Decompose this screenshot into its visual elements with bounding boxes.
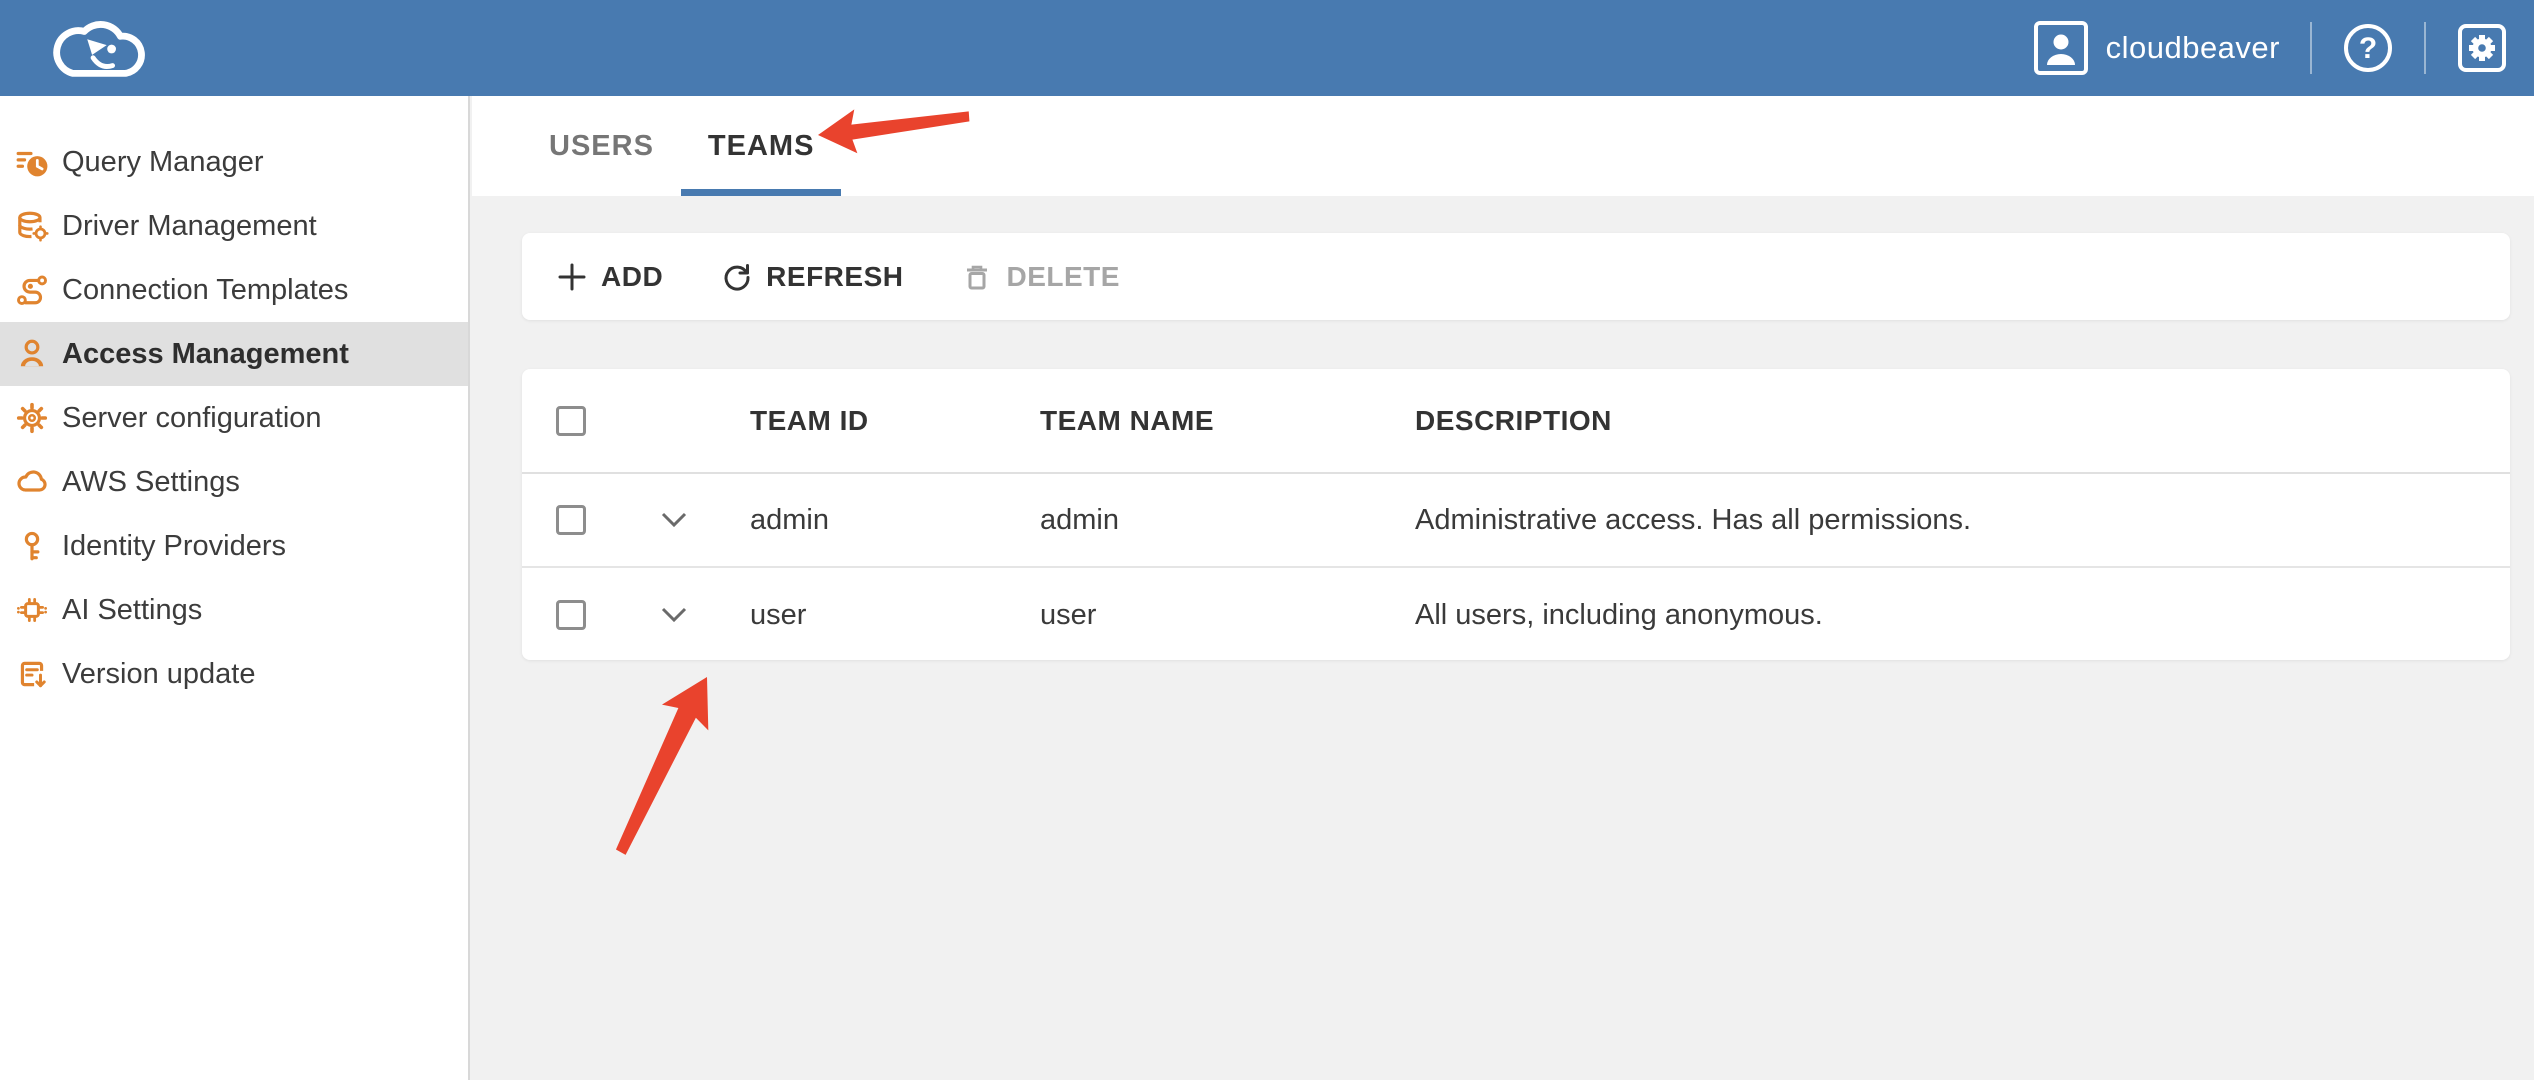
select-all-checkbox[interactable] bbox=[556, 406, 586, 436]
tab-teams[interactable]: TEAMS bbox=[681, 96, 842, 196]
top-bar-right-cluster: cloudbeaver ? bbox=[2034, 21, 2508, 75]
ai-settings-icon bbox=[14, 592, 50, 628]
table-row-admin[interactable]: admin admin Administrative access. Has a… bbox=[522, 474, 2510, 568]
sidebar-item-label: Query Manager bbox=[62, 146, 264, 179]
sidebar-item-driver-management[interactable]: Driver Management bbox=[0, 194, 468, 258]
row-checkbox[interactable] bbox=[556, 600, 586, 630]
sidebar-item-aws-settings[interactable]: AWS Settings bbox=[0, 450, 468, 514]
identity-providers-icon bbox=[14, 528, 50, 564]
top-bar-divider bbox=[2424, 22, 2426, 74]
sidebar-item-label: AWS Settings bbox=[62, 466, 240, 499]
refresh-button[interactable]: REFRESH bbox=[721, 261, 903, 293]
chevron-down-icon[interactable] bbox=[657, 605, 695, 625]
cloudbeaver-logo-icon bbox=[42, 9, 150, 87]
cell-team-name: admin bbox=[1040, 504, 1415, 537]
sidebar-item-label: Identity Providers bbox=[62, 530, 286, 563]
tab-users[interactable]: USERS bbox=[522, 96, 681, 196]
driver-management-icon bbox=[14, 208, 50, 244]
plus-icon bbox=[556, 261, 588, 293]
query-manager-icon bbox=[14, 144, 50, 180]
help-icon[interactable]: ? bbox=[2342, 22, 2394, 74]
refresh-icon bbox=[721, 261, 753, 293]
refresh-button-label: REFRESH bbox=[766, 261, 903, 293]
sidebar-item-label: Driver Management bbox=[62, 210, 317, 243]
teams-toolbar: ADD REFRESH bbox=[522, 233, 2510, 320]
sidebar-item-label: Server configuration bbox=[62, 402, 322, 435]
delete-button-label: DELETE bbox=[1006, 261, 1119, 293]
cloudbeaver-admin-screen: cloudbeaver ? bbox=[0, 0, 2534, 1080]
cell-description: Administrative access. Has all permissio… bbox=[1415, 504, 2510, 537]
version-update-icon bbox=[14, 656, 50, 692]
settings-gear-icon[interactable] bbox=[2456, 22, 2508, 74]
sidebar-item-connection-templates[interactable]: Connection Templates bbox=[0, 258, 468, 322]
sidebar-item-label: Version update bbox=[62, 658, 255, 691]
cell-team-id: user bbox=[750, 599, 1040, 632]
trash-icon bbox=[961, 261, 993, 293]
username-label: cloudbeaver bbox=[2106, 30, 2280, 66]
sidebar-item-label: Connection Templates bbox=[62, 274, 348, 307]
sidebar-item-ai-settings[interactable]: AI Settings bbox=[0, 578, 468, 642]
table-row-user[interactable]: user user All users, including anonymous… bbox=[522, 568, 2510, 662]
cell-description: All users, including anonymous. bbox=[1415, 599, 2510, 632]
teams-table: TEAM ID TEAM NAME DESCRIPTION admin admi… bbox=[522, 369, 2510, 660]
sidebar-item-label: Access Management bbox=[62, 338, 349, 371]
top-bar-divider bbox=[2310, 22, 2312, 74]
tab-bar: USERS TEAMS bbox=[472, 96, 2534, 196]
user-avatar[interactable] bbox=[2034, 21, 2088, 75]
top-bar: cloudbeaver ? bbox=[0, 0, 2534, 96]
delete-button[interactable]: DELETE bbox=[961, 261, 1119, 293]
table-header-row: TEAM ID TEAM NAME DESCRIPTION bbox=[522, 369, 2510, 474]
sidebar-item-version-update[interactable]: Version update bbox=[0, 642, 468, 706]
column-header-team-id: TEAM ID bbox=[750, 405, 1040, 437]
svg-text:?: ? bbox=[2359, 32, 2377, 65]
add-button[interactable]: ADD bbox=[556, 261, 663, 293]
row-checkbox[interactable] bbox=[556, 505, 586, 535]
server-configuration-icon bbox=[14, 400, 50, 436]
column-header-description: DESCRIPTION bbox=[1415, 405, 2510, 437]
access-management-icon bbox=[14, 336, 50, 372]
main-content: USERS TEAMS ADD bbox=[472, 96, 2534, 1080]
cell-team-id: admin bbox=[750, 504, 1040, 537]
aws-settings-icon bbox=[14, 464, 50, 500]
sidebar-item-server-configuration[interactable]: Server configuration bbox=[0, 386, 468, 450]
column-header-team-name: TEAM NAME bbox=[1040, 405, 1415, 437]
sidebar-item-identity-providers[interactable]: Identity Providers bbox=[0, 514, 468, 578]
connection-templates-icon bbox=[14, 272, 50, 308]
sidebar-item-access-management[interactable]: Access Management bbox=[0, 322, 468, 386]
cell-team-name: user bbox=[1040, 599, 1415, 632]
sidebar-item-query-manager[interactable]: Query Manager bbox=[0, 130, 468, 194]
chevron-down-icon[interactable] bbox=[657, 510, 695, 530]
sidebar-item-label: AI Settings bbox=[62, 594, 202, 627]
admin-sidebar: Query Manager Driver M bbox=[0, 96, 470, 1080]
add-button-label: ADD bbox=[601, 261, 663, 293]
